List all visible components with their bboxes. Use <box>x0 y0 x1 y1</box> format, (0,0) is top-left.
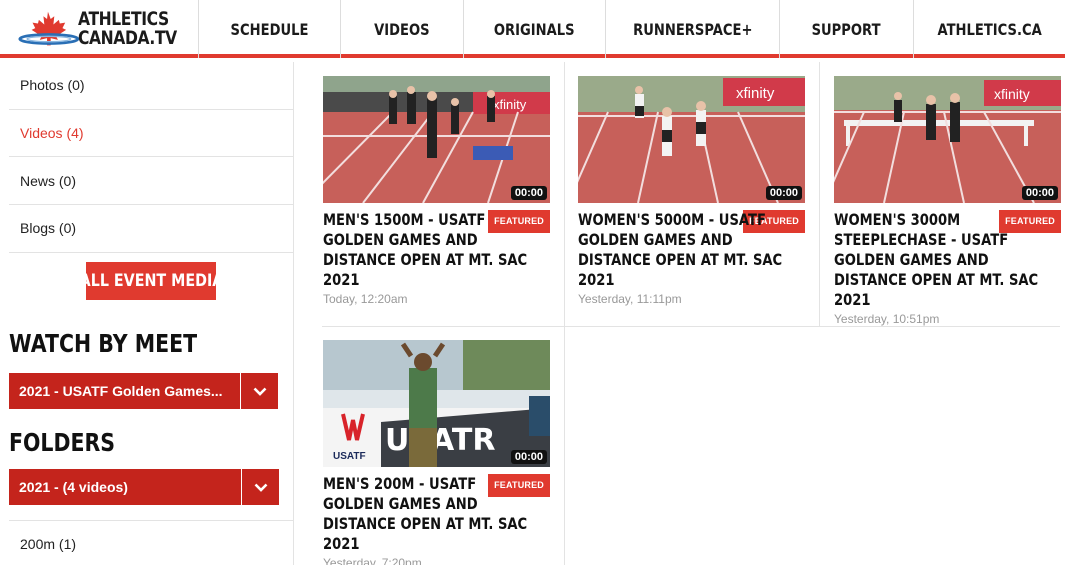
media-item-news[interactable]: News (0) <box>9 157 293 206</box>
logo-text: ATHLETICS CANADA.TV <box>78 10 177 48</box>
video-thumbnail[interactable]: xfinity 00:00 <box>834 76 1061 203</box>
media-type-list: Photos (0) Videos (4) News (0) Blogs (0) <box>9 62 293 253</box>
nav-label: VIDEOS <box>374 19 430 39</box>
nav-athletics-ca[interactable]: ATHLETICS.CA <box>913 0 1065 58</box>
grid-divider <box>819 62 820 326</box>
main-nav: SCHEDULE VIDEOS ORIGINALS RUNNERSPACE+ S… <box>198 0 1065 58</box>
video-card[interactable]: xfinity 00:00 FEATURED WOMEN'S 5000M - U… <box>578 76 805 306</box>
video-title-text: WOMEN'S 3000M STEEPLECHASE - USATF GOLDE… <box>834 210 1039 309</box>
video-title[interactable]: MEN'S 1500M - USATF GOLDEN GAMES AND DIS… <box>323 210 541 290</box>
site-header: ATHLETICS CANADA.TV SCHEDULE VIDEOS ORIG… <box>0 0 1065 58</box>
grid-divider <box>564 62 565 565</box>
sponsor-text: xfinity <box>994 86 1030 102</box>
nav-runnerspace-plus[interactable]: RUNNERSPACE+ <box>605 0 779 58</box>
folders-title: FOLDERS <box>9 428 138 457</box>
video-title-text: MEN'S 1500M - USATF GOLDEN GAMES AND DIS… <box>323 210 528 289</box>
video-timestamp: Yesterday, 7:20pm <box>323 556 422 565</box>
folder-select[interactable]: 2021 - (4 videos) <box>9 469 279 505</box>
media-item-videos[interactable]: Videos (4) <box>9 110 293 158</box>
sidebar: Photos (0) Videos (4) News (0) Blogs (0)… <box>0 62 294 565</box>
nav-videos[interactable]: VIDEOS <box>340 0 463 58</box>
nav-label: ORIGINALS <box>494 19 575 39</box>
watch-by-meet-title: WATCH BY MEET <box>9 329 238 358</box>
video-timestamp: Yesterday, 10:51pm <box>834 312 940 326</box>
media-item-blogs[interactable]: Blogs (0) <box>9 205 293 253</box>
media-item-label: Blogs (0) <box>20 220 77 237</box>
section-title-text: WATCH BY MEET <box>9 329 198 358</box>
chevron-down-icon[interactable] <box>240 373 278 409</box>
all-event-media-button[interactable]: ALL EVENT MEDIA <box>79 262 223 300</box>
media-item-label: Videos (4) <box>20 125 84 142</box>
video-card[interactable]: xfinity 00:00 FEATURED WOMEN'S 3000M STE… <box>834 76 1061 326</box>
folder-item-200m[interactable]: 200m (1) <box>20 536 76 552</box>
usatf-logo-text: USATF <box>333 451 366 462</box>
section-title-text: FOLDERS <box>9 428 116 457</box>
meet-select[interactable]: 2021 - USATF Golden Games... <box>9 373 278 409</box>
grid-divider <box>322 326 1060 327</box>
nav-schedule[interactable]: SCHEDULE <box>198 0 340 58</box>
nav-originals[interactable]: ORIGINALS <box>463 0 605 58</box>
nav-label: ATHLETICS.CA <box>937 19 1042 39</box>
folder-item-label: 200m (1) <box>20 536 77 552</box>
logo-line-2: CANADA.TV <box>77 27 177 49</box>
meet-select-value: 2021 - USATF Golden Games... <box>19 383 223 399</box>
video-card[interactable]: xfinity 00:00 FEATURED MEN'S 1500M - USA… <box>323 76 550 306</box>
button-label: ALL EVENT MEDIA <box>79 271 223 291</box>
divider <box>9 520 293 521</box>
nav-support[interactable]: SUPPORT <box>779 0 913 58</box>
video-duration: 00:00 <box>1021 186 1058 200</box>
nav-label: SCHEDULE <box>230 19 309 39</box>
nav-label: SUPPORT <box>812 19 881 39</box>
video-title[interactable]: MEN'S 200M - USATF GOLDEN GAMES AND DIST… <box>323 474 541 554</box>
video-thumbnail[interactable]: USATR USATF 00:00 <box>323 340 550 467</box>
video-timestamp: Today, 12:20am <box>323 292 408 306</box>
chevron-down-icon[interactable] <box>241 469 279 505</box>
video-thumbnail[interactable]: xfinity 00:00 <box>323 76 550 203</box>
usatf-banner-text: USATR <box>385 423 495 458</box>
sponsor-text: xfinity <box>736 85 775 102</box>
video-card[interactable]: USATR USATF 00:00 FEATURED MEN'S 200M - … <box>323 340 550 565</box>
media-item-photos[interactable]: Photos (0) <box>9 62 293 110</box>
video-thumbnail[interactable]: xfinity 00:00 <box>578 76 805 203</box>
media-item-label: News (0) <box>20 172 77 189</box>
video-title[interactable]: WOMEN'S 3000M STEEPLECHASE - USATF GOLDE… <box>834 210 1052 310</box>
video-title-text: MEN'S 200M - USATF GOLDEN GAMES AND DIST… <box>323 474 528 553</box>
maple-leaf-logo-icon <box>18 11 80 46</box>
video-duration: 00:00 <box>510 186 547 200</box>
video-duration: 00:00 <box>510 450 547 464</box>
site-logo[interactable]: ATHLETICS CANADA.TV <box>18 4 198 54</box>
sponsor-text: xfinity <box>493 97 527 112</box>
nav-label: RUNNERSPACE+ <box>632 19 753 39</box>
video-timestamp: Yesterday, 11:11pm <box>578 292 682 306</box>
video-title-text: WOMEN'S 5000M - USATF GOLDEN GAMES AND D… <box>578 210 783 289</box>
video-duration: 00:00 <box>765 186 802 200</box>
media-item-label: Photos (0) <box>20 77 85 94</box>
video-title[interactable]: WOMEN'S 5000M - USATF GOLDEN GAMES AND D… <box>578 210 796 290</box>
folder-select-value: 2021 - (4 videos) <box>19 479 128 495</box>
